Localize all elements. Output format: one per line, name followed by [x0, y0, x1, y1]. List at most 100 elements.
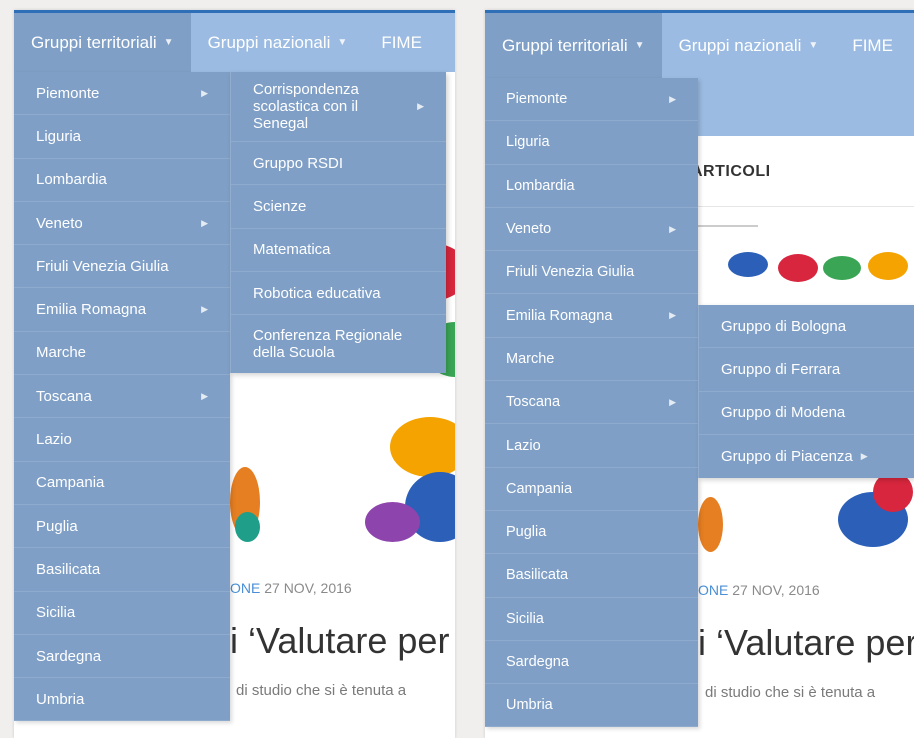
menu-item-lombardia[interactable]: Lombardia — [14, 159, 230, 202]
menu-item-label: Puglia — [36, 517, 78, 535]
menu-item-label: Umbria — [506, 697, 553, 714]
nav-label: FIME — [852, 35, 893, 55]
menu-item-marche[interactable]: Marche — [485, 338, 698, 382]
caret-right-icon: ▶ — [669, 396, 676, 407]
caret-down-icon: ▼ — [808, 40, 819, 51]
nav-label: Gruppi nazionali — [678, 35, 802, 55]
submenu-item-modena[interactable]: Gruppo di Modena — [699, 392, 914, 435]
menu-item-label: Liguria — [506, 134, 550, 151]
menu-item-label: Toscana — [36, 387, 92, 405]
article-title[interactable]: i ‘Valutare per — [230, 620, 449, 662]
caret-right-icon: ▶ — [669, 310, 676, 321]
caret-down-icon: ▼ — [634, 40, 645, 51]
nav-gruppi-nazionali[interactable]: Gruppi nazionali ▼ — [191, 13, 365, 72]
submenu-item-ferrara[interactable]: Gruppo di Ferrara — [699, 348, 914, 392]
menu-item-lombardia[interactable]: Lombardia — [485, 165, 698, 208]
screenshot-left: ONE 27 NOV, 2016 i ‘Valutare per di stud… — [14, 10, 455, 738]
menu-item-sardegna[interactable]: Sardegna — [485, 641, 698, 685]
menu-item-liguria[interactable]: Liguria — [14, 115, 230, 159]
submenu-item-label: Gruppo di Piacenza — [721, 448, 853, 466]
top-navigation: Gruppi territoriali ▼ Gruppi nazionali ▼… — [485, 10, 914, 78]
menu-item-puglia[interactable]: Puglia — [14, 505, 230, 549]
menu-item-emilia-romagna[interactable]: Emilia Romagna ▶ — [14, 288, 230, 332]
menu-item-label: Campania — [506, 480, 573, 497]
submenu-item-label: Matematica — [253, 241, 331, 259]
caret-right-icon: ▶ — [669, 223, 676, 234]
submenu-item-robotica[interactable]: Robotica educativa — [231, 272, 446, 316]
nav-gruppi-nazionali[interactable]: Gruppi nazionali ▼ — [662, 13, 836, 78]
menu-item-sicilia[interactable]: Sicilia — [14, 592, 230, 635]
section-dash — [698, 225, 758, 227]
menu-item-label: Lombardia — [506, 177, 575, 194]
nav-label: Gruppi territoriali — [31, 32, 157, 52]
submenu-item-conferenza[interactable]: Conferenza Regionale della Scuola — [231, 315, 446, 373]
article-date: 27 NOV, 2016 — [264, 580, 352, 596]
menu-item-label: Lazio — [506, 437, 541, 454]
submenu-item-label: Scienze — [253, 197, 307, 215]
submenu-item-matematica[interactable]: Matematica — [231, 229, 446, 272]
nav-fime[interactable]: FIME — [835, 13, 893, 78]
article-meta: ONE 27 NOV, 2016 — [698, 582, 820, 598]
menu-item-label: Veneto — [506, 221, 552, 238]
menu-item-label: Sardegna — [36, 647, 102, 665]
article-title[interactable]: i ‘Valutare per — [698, 622, 914, 664]
menu-item-lazio[interactable]: Lazio — [14, 418, 230, 462]
caret-right-icon: ▶ — [201, 390, 208, 401]
menu-item-piemonte[interactable]: Piemonte ▶ — [14, 72, 230, 116]
article-category[interactable]: ONE — [230, 580, 260, 596]
nav-label: Gruppi territoriali — [502, 35, 628, 55]
menu-item-lazio[interactable]: Lazio — [485, 424, 698, 468]
caret-right-icon: ▶ — [417, 101, 424, 111]
submenu-item-scienze[interactable]: Scienze — [231, 185, 446, 229]
menu-item-label: Friuli Venezia Giulia — [36, 257, 169, 275]
top-navigation: Gruppi territoriali ▼ Gruppi nazionali ▼… — [14, 10, 455, 72]
menu-item-label: Piemonte — [36, 84, 100, 102]
menu-item-puglia[interactable]: Puglia — [485, 511, 698, 555]
menu-item-emilia-romagna[interactable]: Emilia Romagna ▶ — [485, 294, 698, 338]
header-band — [698, 72, 914, 136]
submenu-item-label: Gruppo di Modena — [721, 404, 846, 422]
article-excerpt: di studio che si è tenuta a — [236, 682, 407, 699]
menu-item-sicilia[interactable]: Sicilia — [485, 598, 698, 641]
menu-item-label: Sicilia — [506, 610, 544, 627]
menu-item-umbria[interactable]: Umbria — [14, 678, 230, 722]
article-category[interactable]: ONE — [698, 582, 728, 598]
menu-item-campania[interactable]: Campania — [14, 462, 230, 505]
menu-item-umbria[interactable]: Umbria — [485, 684, 698, 728]
menu-item-veneto[interactable]: Veneto ▶ — [14, 202, 230, 246]
caret-right-icon: ▶ — [201, 304, 208, 315]
menu-item-label: Basilicata — [506, 567, 569, 584]
nav-gruppi-territoriali[interactable]: Gruppi territoriali ▼ — [485, 13, 662, 78]
caret-down-icon: ▼ — [337, 37, 348, 48]
submenu-item-corrispondenza[interactable]: Corrispondenza scolastica con il Senegal… — [231, 72, 446, 142]
piemonte-submenu: Corrispondenza scolastica con il Senegal… — [230, 72, 446, 374]
screenshot-right: ARTICOLI ONE 27 NOV, 2016 i ‘Valutare pe… — [485, 10, 914, 738]
menu-item-toscana[interactable]: Toscana ▶ — [14, 375, 230, 419]
caret-right-icon: ▶ — [669, 93, 676, 104]
menu-item-veneto[interactable]: Veneto ▶ — [485, 208, 698, 252]
menu-item-sardegna[interactable]: Sardegna — [14, 635, 230, 679]
menu-item-label: Liguria — [36, 127, 82, 145]
submenu-item-piacenza[interactable]: Gruppo di Piacenza ▶ — [699, 435, 914, 478]
submenu-item-bologna[interactable]: Gruppo di Bologna — [699, 305, 914, 349]
nav-fime[interactable]: FIME — [364, 13, 422, 72]
regions-dropdown: Piemonte ▶ Liguria Lombardia Veneto ▶ Fr… — [14, 72, 230, 722]
menu-item-friuli[interactable]: Friuli Venezia Giulia — [14, 245, 230, 289]
menu-item-label: Friuli Venezia Giulia — [506, 264, 635, 281]
nav-label: Gruppi nazionali — [207, 32, 331, 52]
menu-item-liguria[interactable]: Liguria — [485, 121, 698, 165]
menu-item-basilicata[interactable]: Basilicata — [14, 548, 230, 592]
menu-item-marche[interactable]: Marche — [14, 332, 230, 376]
menu-item-campania[interactable]: Campania — [485, 468, 698, 511]
article-meta: ONE 27 NOV, 2016 — [230, 580, 352, 596]
submenu-item-gruppo-rsdi[interactable]: Gruppo RSDI — [231, 142, 446, 186]
caret-right-icon: ▶ — [201, 87, 208, 98]
menu-item-label: Emilia Romagna — [506, 307, 613, 324]
menu-item-piemonte[interactable]: Piemonte ▶ — [485, 78, 698, 122]
caret-right-icon: ▶ — [201, 217, 208, 228]
article-excerpt: di studio che si è tenuta a — [705, 684, 876, 701]
menu-item-friuli[interactable]: Friuli Venezia Giulia — [485, 251, 698, 295]
menu-item-basilicata[interactable]: Basilicata — [485, 554, 698, 598]
menu-item-toscana[interactable]: Toscana ▶ — [485, 381, 698, 425]
nav-gruppi-territoriali[interactable]: Gruppi territoriali ▼ — [14, 13, 191, 72]
